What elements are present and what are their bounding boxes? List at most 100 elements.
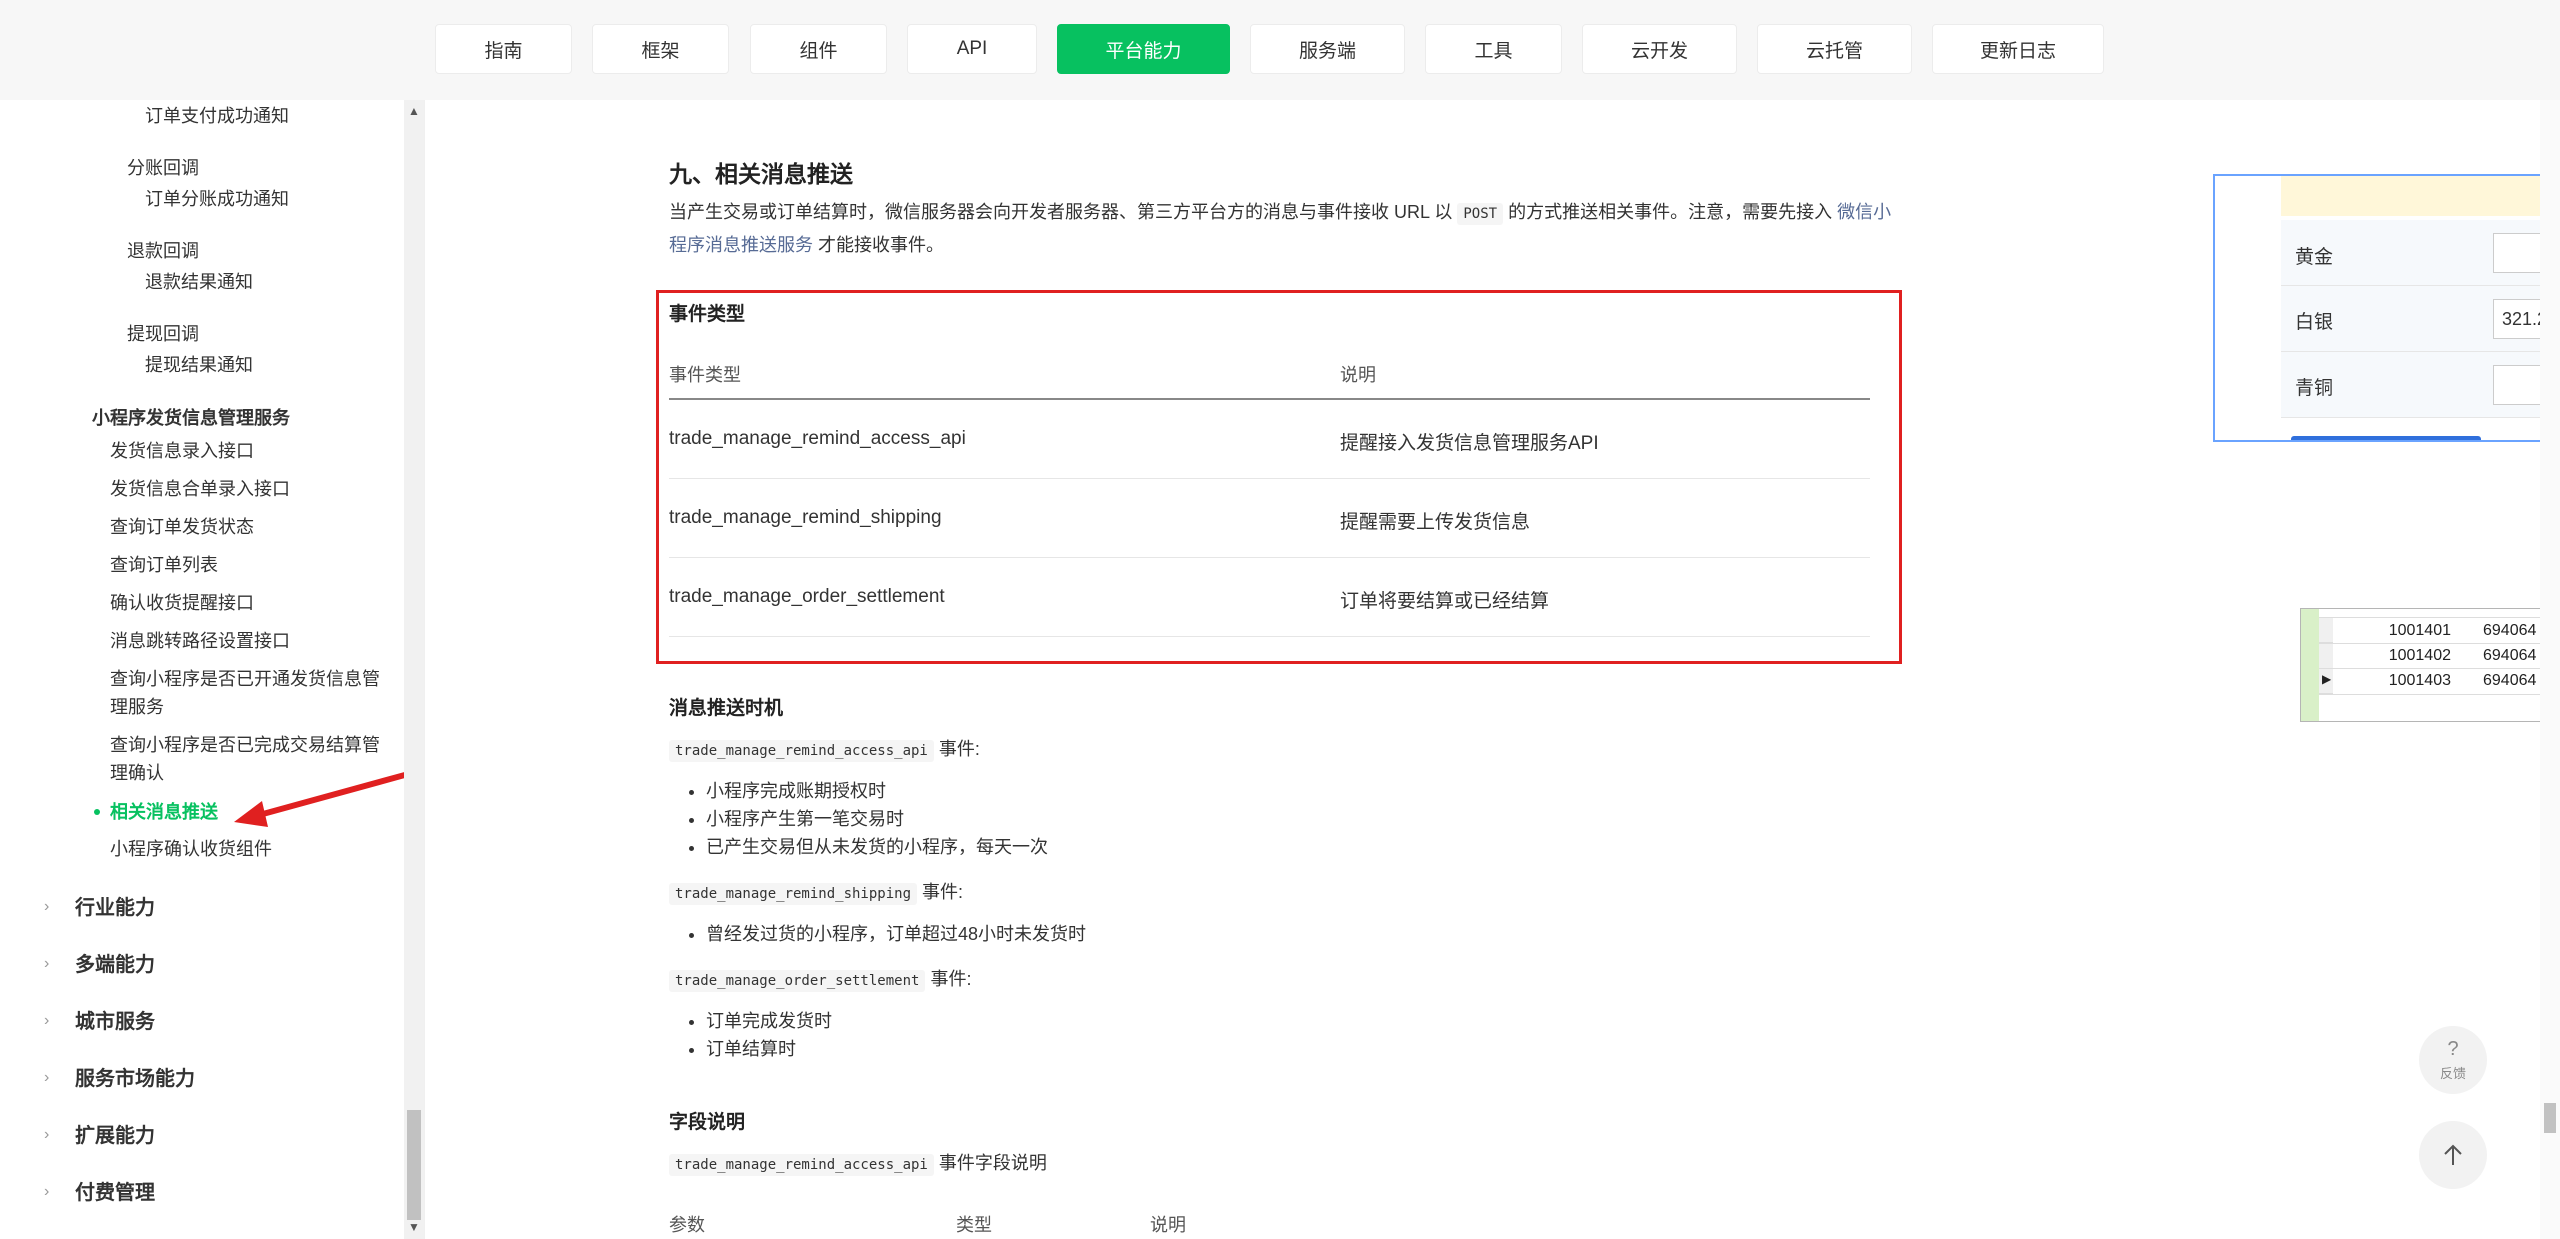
intro-paragraph: 当产生交易或订单结算时，微信服务器会向开发者服务器、第三方平台方的消息与事件接收… xyxy=(669,202,1892,255)
sidebar-item[interactable]: 查询订单列表 xyxy=(110,551,218,579)
sidebar-item[interactable]: 订单分账成功通知 xyxy=(145,185,289,213)
form-label: 青铜 xyxy=(2295,378,2334,399)
chevron-right-icon[interactable]: › xyxy=(44,1069,49,1087)
fields-header-desc: 说明 xyxy=(1150,1215,1186,1235)
inline-code: trade_manage_remind_shipping xyxy=(669,883,918,905)
chevron-right-icon[interactable]: › xyxy=(44,1012,49,1030)
sidebar-top-item[interactable]: 行业能力 xyxy=(75,894,155,922)
sidebar-item[interactable]: 分账回调 xyxy=(127,154,199,182)
table-cell-event: trade_manage_order_settlement xyxy=(669,586,945,607)
grid-gutter xyxy=(2301,609,2319,721)
form-label: 白银 xyxy=(2295,312,2334,333)
timing-title: 消息推送时机 xyxy=(669,698,784,719)
sidebar-top-item[interactable]: 服务市场能力 xyxy=(75,1065,195,1093)
list-item: 小程序产生第一笔交易时 xyxy=(706,805,1048,833)
sidebar-item[interactable]: 退款回调 xyxy=(127,237,199,265)
table-cell-desc: 提醒需要上传发货信息 xyxy=(1340,512,1531,533)
list-item: 小程序完成账期授权时 xyxy=(706,777,1048,805)
grid-cell: 1001402 xyxy=(2388,647,2451,664)
sidebar-item[interactable]: 提现结果通知 xyxy=(145,351,253,379)
grid-line xyxy=(2319,668,2559,669)
sidebar: 订单支付成功通知 分账回调 订单分账成功通知 退款回调 退款结果通知 提现回调 … xyxy=(0,100,404,1239)
inline-code: trade_manage_remind_access_api xyxy=(669,1154,934,1176)
timing-event-line: trade_manage_remind_shipping 事件: xyxy=(669,878,963,905)
nav-framework[interactable]: 框架 xyxy=(592,24,729,74)
list-item: 订单结算时 xyxy=(706,1035,832,1063)
feedback-label: 反馈 xyxy=(2439,1065,2466,1081)
scrollbar-thumb[interactable] xyxy=(2544,1103,2556,1133)
annotation-arrow-icon xyxy=(234,772,404,827)
event-types-title: 事件类型 xyxy=(669,304,746,325)
grid-cell: 1001401 xyxy=(2388,622,2451,639)
nav-cloud-dev[interactable]: 云开发 xyxy=(1582,24,1737,74)
sidebar-item[interactable]: 确认收货提醒接口 xyxy=(110,589,254,617)
scroll-down-icon[interactable]: ▼ xyxy=(404,1220,424,1234)
inline-code: trade_manage_remind_access_api xyxy=(669,740,934,762)
sidebar-item[interactable]: 发货信息录入接口 xyxy=(110,437,254,465)
sidebar-item[interactable]: 消息跳转路径设置接口 xyxy=(110,627,290,655)
list-item: 曾经发过货的小程序，订单超过48小时未发货时 xyxy=(706,920,1086,948)
nav-components[interactable]: 组件 xyxy=(750,24,887,74)
sidebar-group-shipping-service[interactable]: 小程序发货信息管理服务 xyxy=(92,404,290,432)
chevron-right-icon[interactable]: › xyxy=(44,1126,49,1144)
sidebar-top-item[interactable]: 多端能力 xyxy=(75,951,155,979)
sidebar-top-item[interactable]: 扩展能力 xyxy=(75,1122,155,1150)
active-dot xyxy=(94,809,100,815)
chevron-right-icon[interactable]: › xyxy=(44,955,49,973)
nav-tools[interactable]: 工具 xyxy=(1425,24,1562,74)
sidebar-scrollbar[interactable]: ▲ ▼ xyxy=(404,100,424,1239)
sidebar-item[interactable]: 订单支付成功通知 xyxy=(145,102,289,130)
overlay-form-panel: 黄金 白银 321.25 青铜 xyxy=(2213,174,2560,442)
table-cell-desc: 订单将要结算或已经结算 xyxy=(1340,591,1550,612)
back-to-top-button[interactable] xyxy=(2419,1121,2487,1189)
nav-changelog[interactable]: 更新日志 xyxy=(1932,24,2104,74)
sidebar-item[interactable]: 发货信息合单录入接口 xyxy=(110,475,290,503)
grid-cell: 694064 xyxy=(2483,672,2537,689)
table-header-description: 说明 xyxy=(1340,365,1376,385)
nav-platform-capabilities[interactable]: 平台能力 xyxy=(1057,24,1230,74)
nav-cloud-hosting[interactable]: 云托管 xyxy=(1757,24,1912,74)
main-scrollbar[interactable] xyxy=(2540,100,2560,1239)
notice-strip xyxy=(2281,176,2558,216)
timing-event-line: trade_manage_remind_access_api 事件: xyxy=(669,735,980,762)
sidebar-item[interactable]: 小程序确认收货组件 xyxy=(110,835,272,863)
table-rule xyxy=(669,398,1870,400)
sidebar-item[interactable]: 查询小程序是否已开通发货信息管理服务 xyxy=(110,665,380,721)
form-label: 黄金 xyxy=(2295,247,2334,268)
grid-cell: 694064 xyxy=(2483,622,2537,639)
table-header-event-type: 事件类型 xyxy=(669,365,741,385)
table-rule xyxy=(669,636,1870,637)
overlay-data-grid: 1001401 694064 1001402 694064 ▶ 1001403 … xyxy=(2300,608,2560,722)
sidebar-top-item[interactable]: 城市服务 xyxy=(75,1008,155,1036)
inline-code: trade_manage_order_settlement xyxy=(669,970,926,992)
table-cell-event: trade_manage_remind_shipping xyxy=(669,507,942,528)
row-header[interactable] xyxy=(2319,618,2333,643)
table-rule xyxy=(669,557,1870,558)
nav-server[interactable]: 服务端 xyxy=(1250,24,1405,74)
grid-cell: 694064 xyxy=(2483,647,2537,664)
scroll-up-icon[interactable]: ▲ xyxy=(404,104,424,118)
grid-cell: 1001403 xyxy=(2388,672,2451,689)
top-navigation: 指南 框架 组件 API 平台能力 服务端 工具 云开发 云托管 更新日志 xyxy=(0,0,2560,100)
bullet-list: 小程序完成账期授权时 小程序产生第一笔交易时 已产生交易但从未发货的小程序，每天… xyxy=(686,777,1048,861)
feedback-button[interactable]: ? 反馈 xyxy=(2419,1026,2487,1094)
inline-code: POST xyxy=(1457,203,1504,225)
timing-event-line: trade_manage_order_settlement 事件: xyxy=(669,965,971,992)
sidebar-item[interactable]: 查询订单发货状态 xyxy=(110,513,254,541)
bullet-list: 曾经发过货的小程序，订单超过48小时未发货时 xyxy=(686,920,1086,948)
sidebar-item[interactable]: 提现回调 xyxy=(127,320,199,348)
fields-title: 字段说明 xyxy=(669,1112,746,1133)
grid-line xyxy=(2319,617,2559,618)
chevron-right-icon[interactable]: › xyxy=(44,898,49,916)
sidebar-item-active[interactable]: 相关消息推送 xyxy=(110,798,218,826)
sidebar-top-item[interactable]: 付费管理 xyxy=(75,1179,155,1207)
sidebar-item[interactable]: 退款结果通知 xyxy=(145,268,253,296)
submit-button[interactable] xyxy=(2291,436,2481,440)
chevron-right-icon[interactable]: › xyxy=(44,1183,49,1201)
row-pointer-icon: ▶ xyxy=(2322,672,2332,686)
nav-guide[interactable]: 指南 xyxy=(435,24,572,74)
list-item: 已产生交易但从未发货的小程序，每天一次 xyxy=(706,833,1048,861)
nav-api[interactable]: API xyxy=(907,24,1037,74)
row-header[interactable] xyxy=(2319,644,2333,669)
scrollbar-thumb[interactable] xyxy=(407,1110,421,1220)
